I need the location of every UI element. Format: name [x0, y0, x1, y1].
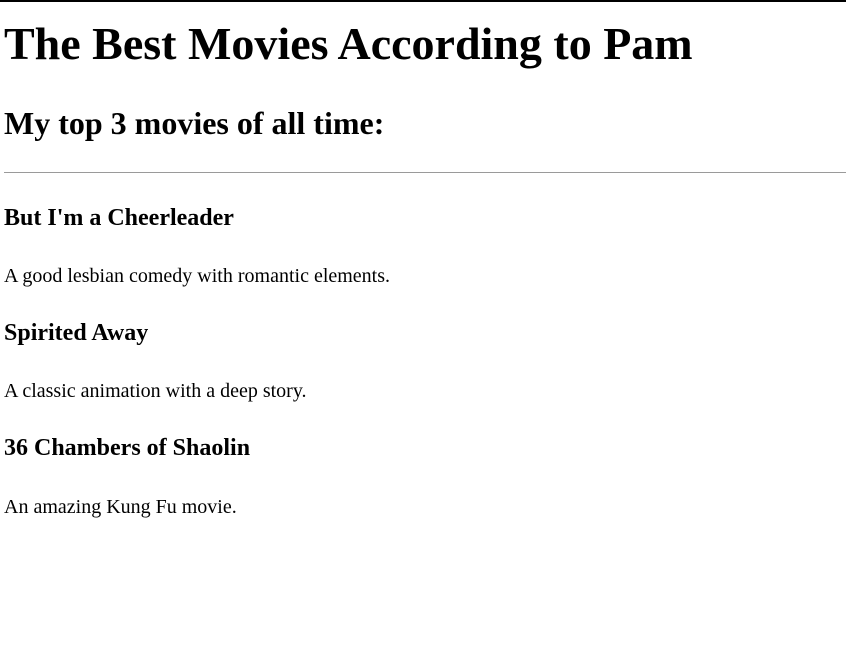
- movie-title: But I'm a Cheerleader: [4, 205, 234, 231]
- page-title: The Best Movies According to Pam: [4, 18, 693, 69]
- movie-title: Spirited Away: [4, 320, 149, 346]
- divider: [4, 172, 846, 173]
- movie-title: 36 Chambers of Shaolin: [4, 435, 251, 461]
- top-border: [0, 0, 846, 2]
- movie-description: A classic animation with a deep story.: [4, 380, 307, 402]
- movie-description: A good lesbian comedy with romantic elem…: [4, 265, 391, 287]
- page-subtitle: My top 3 movies of all time:: [4, 105, 385, 141]
- movie-description: An amazing Kung Fu movie.: [4, 496, 237, 518]
